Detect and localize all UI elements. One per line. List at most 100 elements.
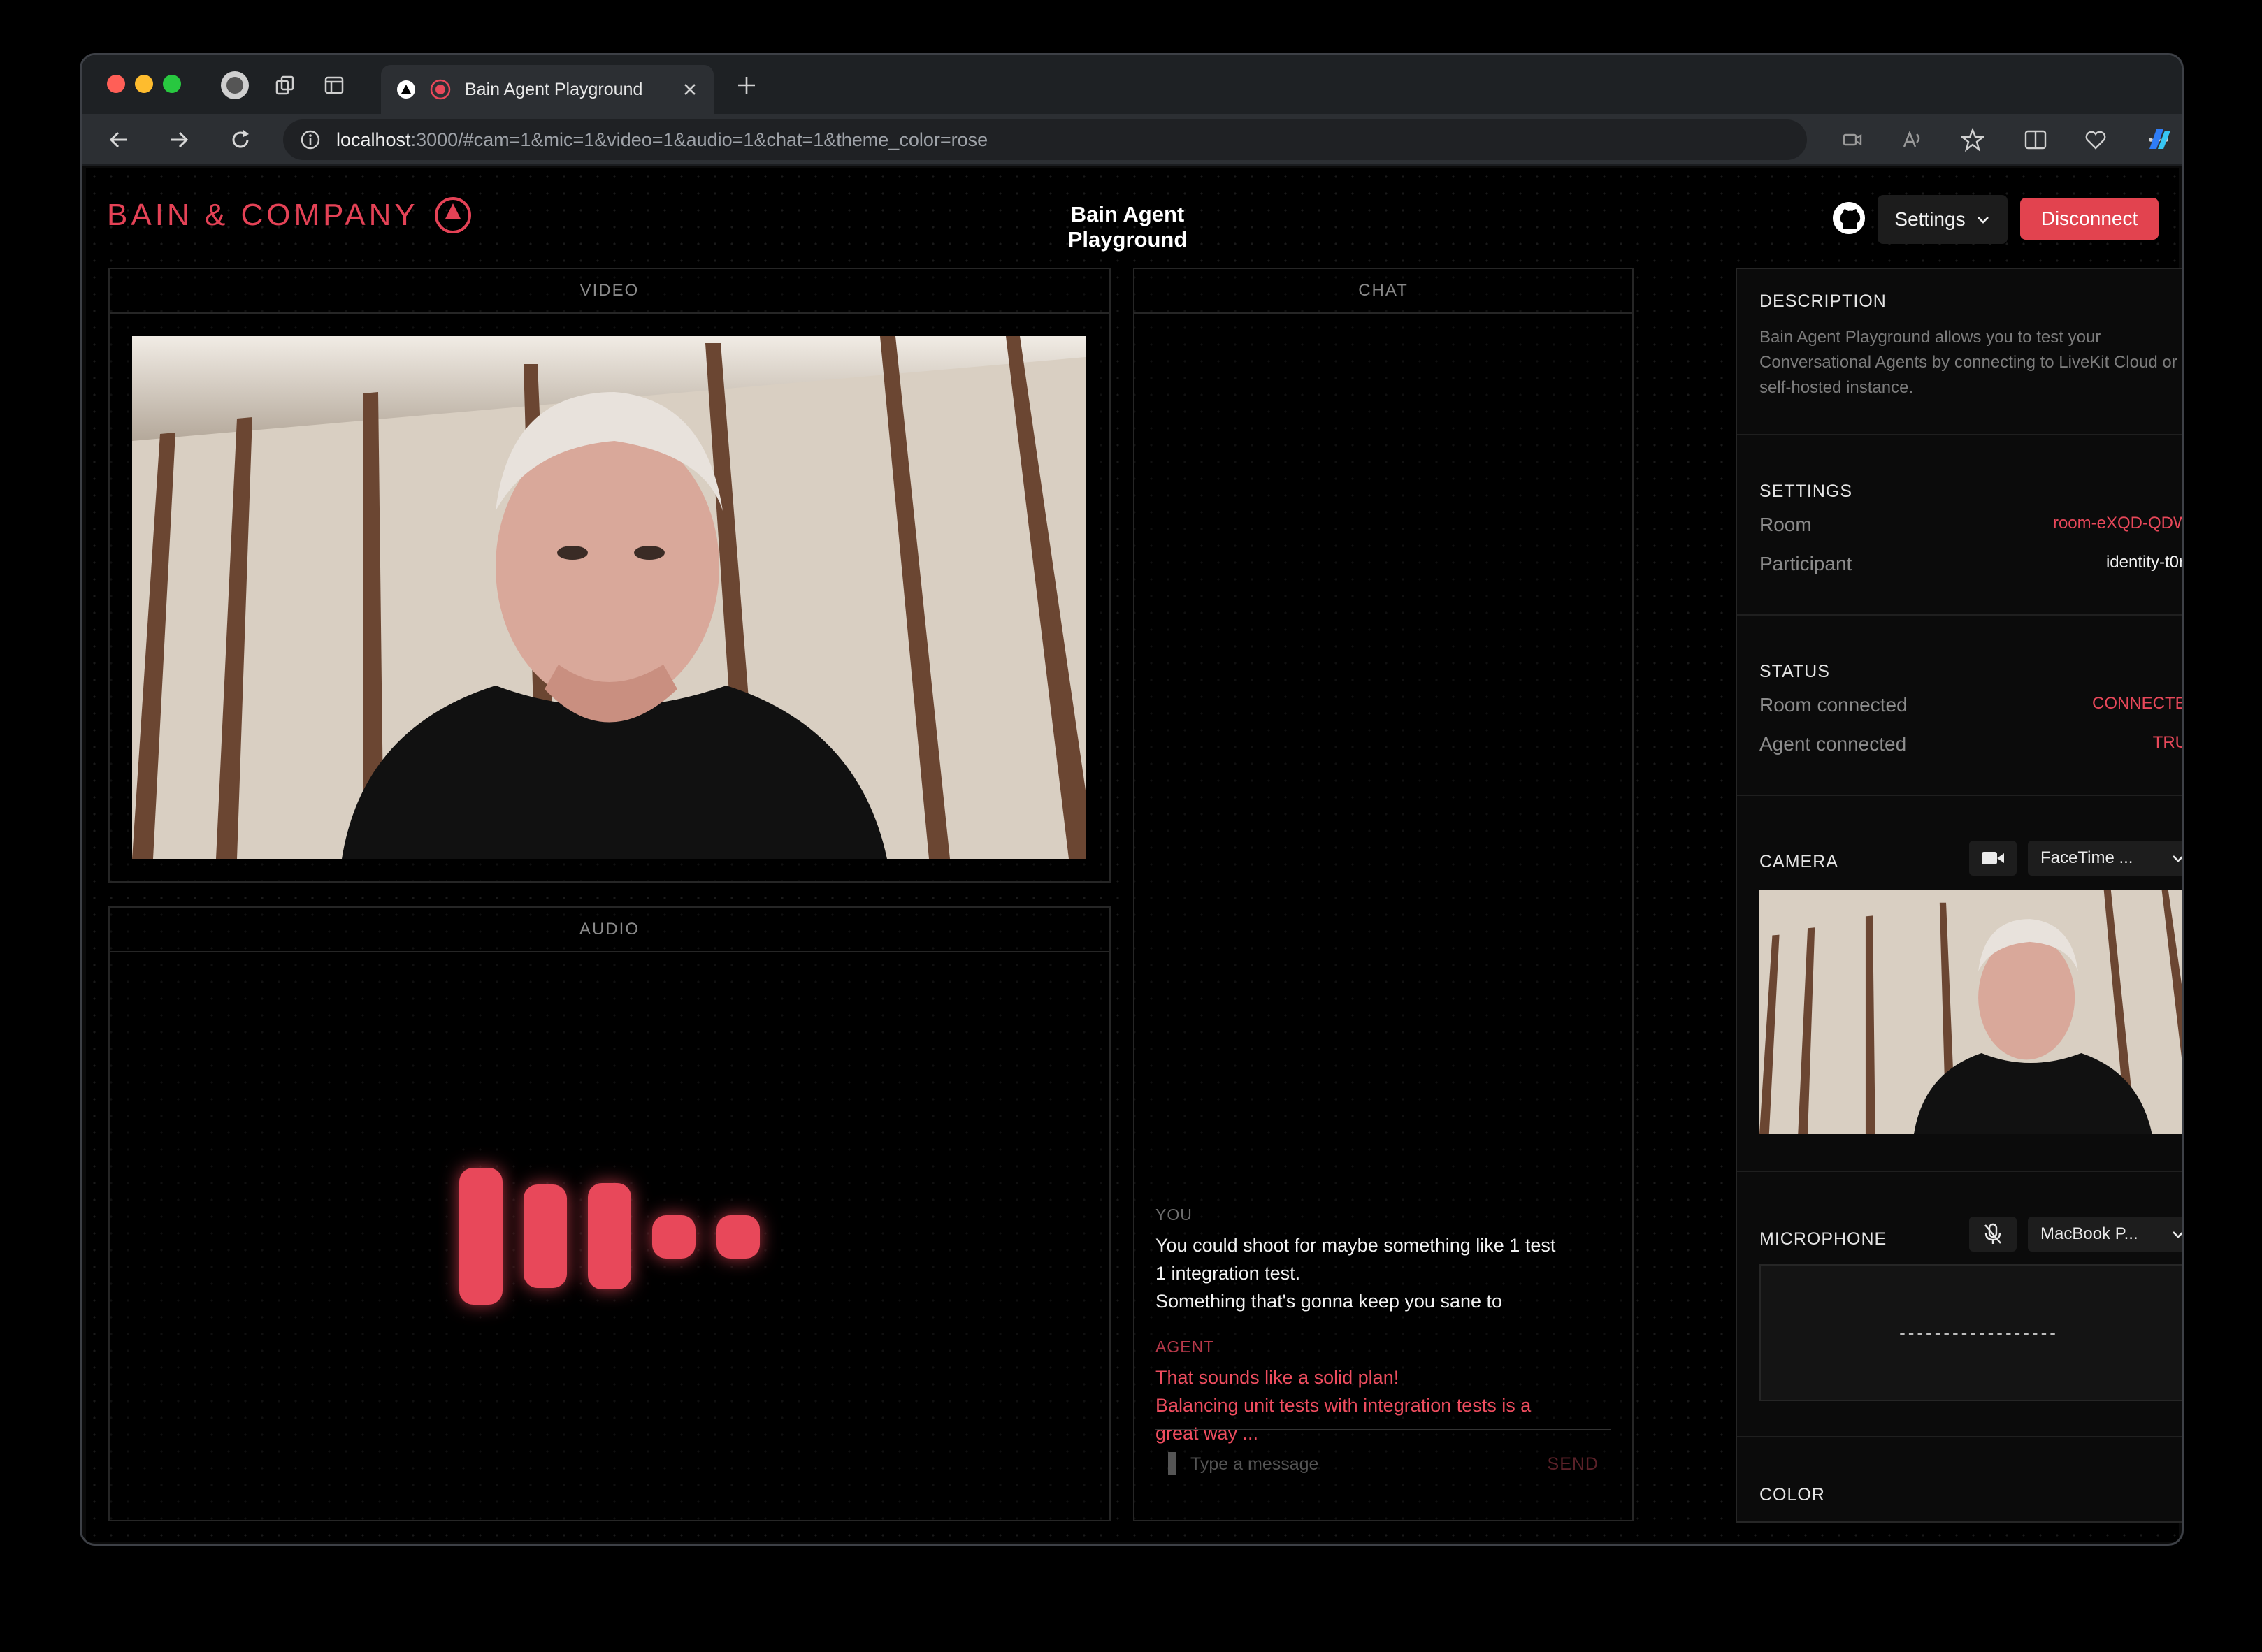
- microphone-level-meter: ------------------: [1759, 1264, 2182, 1401]
- minimize-window-button[interactable]: [135, 75, 153, 93]
- camera-device-select[interactable]: FaceTime ...: [2028, 841, 2182, 876]
- settings-label: Settings: [1894, 208, 1966, 230]
- input-cursor: [1168, 1452, 1176, 1475]
- camera-in-use-icon[interactable]: [1835, 122, 1870, 157]
- description-title: DESCRIPTION: [1759, 291, 1887, 311]
- tab-title: Bain Agent Playground: [465, 79, 643, 99]
- profile-avatar-icon[interactable]: [217, 68, 252, 103]
- chat-panel-title: CHAT: [1134, 269, 1632, 314]
- favorite-star-icon[interactable]: [1955, 122, 1990, 157]
- github-icon[interactable]: [1831, 201, 1866, 236]
- participant-label: Participant: [1759, 553, 1852, 574]
- audio-bar: [652, 1215, 696, 1259]
- page-title: Bain Agent Playground: [1067, 202, 1188, 252]
- audio-bar: [588, 1183, 631, 1289]
- browser-window: Bain Agent Playground localhost:3000/#ca…: [80, 53, 2184, 1546]
- audio-bar: [716, 1215, 760, 1259]
- settings-dropdown-button[interactable]: Settings: [1878, 195, 2008, 244]
- mic-level-dashes: ------------------: [1899, 1321, 2059, 1343]
- microphone-title: MICROPHONE: [1759, 1229, 1887, 1249]
- site-info-icon[interactable]: [300, 129, 321, 150]
- message-line: 1 integration test.: [1155, 1263, 1301, 1284]
- microphone-toggle-button[interactable]: [1969, 1217, 2017, 1252]
- participant-row: Participant identity-t0nF: [1759, 553, 2182, 575]
- message-line: You could shoot for maybe something like…: [1155, 1235, 1556, 1256]
- camera-title: CAMERA: [1759, 852, 1838, 871]
- settings-title: SETTINGS: [1759, 481, 1853, 501]
- read-aloud-icon[interactable]: [1895, 122, 1930, 157]
- camera-toggle-button[interactable]: [1969, 841, 2017, 876]
- playground-page: BAIN & COMPANY Bain Agent Playground Set…: [86, 168, 2182, 1542]
- chat-input-divider: [1155, 1429, 1611, 1430]
- message-line: great way ...: [1155, 1423, 1259, 1444]
- settings-section: SETTINGS Room room-eXQD-QDW6 Participant…: [1737, 435, 2182, 616]
- audio-panel: AUDIO: [108, 906, 1111, 1521]
- chevron-down-icon: [2173, 1231, 2182, 1238]
- video-panel-title: VIDEO: [110, 269, 1109, 314]
- chat-messages: YOU You could shoot for maybe something …: [1155, 1205, 1611, 1447]
- color-title: COLOR: [1759, 1485, 1825, 1505]
- room-connected-label: Room connected: [1759, 694, 1908, 716]
- back-icon[interactable]: [101, 122, 136, 157]
- close-tab-icon[interactable]: [682, 81, 698, 98]
- agent-connected-row: Agent connected TRUE: [1759, 733, 2182, 755]
- workspaces-icon[interactable]: [268, 68, 303, 103]
- settings-sidebar: DESCRIPTION Bain Agent Playground allows…: [1736, 268, 2184, 1523]
- participant-value: identity-t0nF: [2105, 553, 2182, 572]
- agent-connected-value: TRUE: [2152, 733, 2182, 752]
- message-sender: YOU: [1155, 1205, 1193, 1224]
- audio-bar: [524, 1184, 567, 1288]
- tab-bar: Bain Agent Playground: [82, 55, 2182, 114]
- active-tab[interactable]: Bain Agent Playground: [381, 65, 714, 114]
- url-path: :3000/#cam=1&mic=1&video=1&audio=1&chat=…: [410, 129, 988, 150]
- send-button[interactable]: SEND: [1548, 1454, 1599, 1475]
- agent-video-feed: [132, 336, 1086, 859]
- favorites-heart-icon[interactable]: [2078, 122, 2113, 157]
- color-section: COLOR: [1737, 1437, 2182, 1521]
- agent-connected-label: Agent connected: [1759, 733, 1907, 755]
- disconnect-button[interactable]: Disconnect: [2020, 198, 2159, 240]
- split-screen-icon[interactable]: [2018, 122, 2053, 157]
- chat-message-agent: AGENT That sounds like a solid plan! Bal…: [1155, 1338, 1611, 1447]
- chat-message-user: YOU You could shoot for maybe something …: [1155, 1205, 1611, 1315]
- chevron-down-icon: [1977, 217, 1989, 224]
- camera-preview: [1759, 890, 2182, 1134]
- address-bar: localhost:3000/#cam=1&mic=1&video=1&audi…: [82, 114, 2182, 166]
- description-text: Bain Agent Playground allows you to test…: [1759, 328, 2184, 397]
- microphone-device-select[interactable]: MacBook P...: [2028, 1217, 2182, 1252]
- url-field[interactable]: localhost:3000/#cam=1&mic=1&video=1&audi…: [283, 119, 1807, 160]
- brand-name: BAIN & COMPANY: [107, 198, 419, 232]
- brand-logo: BAIN & COMPANY: [107, 195, 473, 236]
- status-section: STATUS Room connected CONNECTED Agent co…: [1737, 616, 2182, 796]
- maximize-window-button[interactable]: [163, 75, 181, 93]
- room-connected-row: Room connected CONNECTED: [1759, 694, 2182, 716]
- description-section: DESCRIPTION Bain Agent Playground allows…: [1737, 269, 2184, 435]
- microphone-muted-icon: [1984, 1223, 2001, 1244]
- audio-panel-title: AUDIO: [110, 908, 1109, 952]
- chat-message-input[interactable]: Type a message: [1190, 1454, 1318, 1475]
- copilot-button-icon[interactable]: [2142, 122, 2177, 157]
- tab-actions-icon[interactable]: [317, 68, 352, 103]
- forward-icon[interactable]: [161, 122, 196, 157]
- video-panel: VIDEO: [108, 268, 1111, 883]
- new-tab-icon[interactable]: [729, 68, 764, 103]
- site-favicon-icon: [397, 80, 415, 99]
- reload-icon[interactable]: [223, 122, 258, 157]
- chevron-down-icon: [2173, 855, 2182, 862]
- message-line: Balancing unit tests with integration te…: [1155, 1395, 1532, 1416]
- recording-indicator-icon: [430, 79, 451, 100]
- video-camera-icon: [1982, 852, 2004, 864]
- close-window-button[interactable]: [107, 75, 125, 93]
- message-line: That sounds like a solid plan!: [1155, 1367, 1399, 1388]
- status-title: STATUS: [1759, 662, 1830, 681]
- brand-mark-icon: [434, 197, 471, 233]
- microphone-device-name: MacBook P...: [2040, 1224, 2138, 1243]
- chat-panel: CHAT YOU You could shoot for maybe somet…: [1133, 268, 1634, 1521]
- url-host: localhost: [336, 129, 411, 150]
- room-connected-value: CONNECTED: [2091, 694, 2182, 713]
- message-line: Something that's gonna keep you sane to: [1155, 1291, 1503, 1312]
- room-label: Room: [1759, 514, 1812, 535]
- audio-bar: [459, 1168, 503, 1305]
- url-text: localhost:3000/#cam=1&mic=1&video=1&audi…: [336, 129, 988, 151]
- message-sender: AGENT: [1155, 1338, 1215, 1356]
